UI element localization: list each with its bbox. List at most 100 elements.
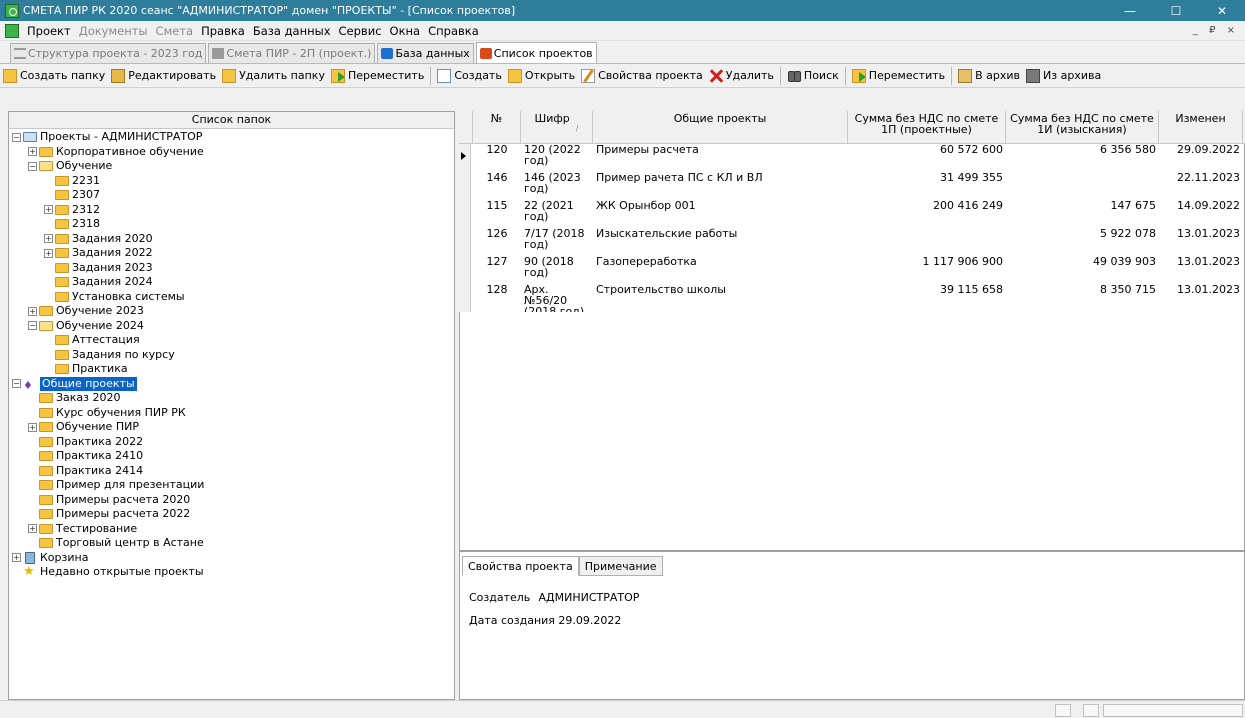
tree-node[interactable]: Установка системы <box>12 290 452 305</box>
minimize-button[interactable]: — <box>1107 0 1153 21</box>
tab-estimate[interactable]: Смета ПИР - 2П (проект.) <box>208 43 376 63</box>
tree-node[interactable]: 2307 <box>12 188 452 203</box>
expand-icon[interactable]: + <box>28 524 37 534</box>
tree-node[interactable]: − Обучение <box>12 159 452 174</box>
project-list-icon <box>479 47 492 59</box>
expand-icon[interactable]: + <box>28 422 37 432</box>
collapse-icon[interactable]: − <box>28 321 37 331</box>
search-button[interactable]: Поиск <box>784 65 842 87</box>
tree-node[interactable]: Пример для презентации <box>12 478 452 493</box>
table-row[interactable]: 146 146 (2023 год) Пример рачета ПС с КЛ и… <box>459 172 1245 200</box>
edit-folder-button[interactable]: Редактировать <box>108 65 219 87</box>
collapse-icon[interactable]: − <box>28 161 37 171</box>
tree-node[interactable]: Задания 2023 <box>12 261 452 276</box>
tree-node[interactable]: Практика <box>12 362 452 377</box>
tree-node[interactable]: 2231 <box>12 174 452 189</box>
tree-node[interactable]: + Задания 2022 <box>12 246 452 261</box>
menu-estimate[interactable]: Смета <box>152 24 198 38</box>
delete-folder-button[interactable]: Удалить папку <box>219 65 328 87</box>
tree-node[interactable]: 2318 <box>12 217 452 232</box>
tree-node[interactable]: + Корзина <box>12 551 452 566</box>
tab-structure[interactable]: Структура проекта - 2023 год <box>10 43 207 63</box>
tree-node[interactable]: − Общие проекты <box>12 376 452 391</box>
menu-database[interactable]: База данных <box>249 24 335 38</box>
tab-database[interactable]: База данных <box>377 43 474 63</box>
expand-icon[interactable]: + <box>44 234 53 244</box>
table-row[interactable]: 120 120 (2022 год) Примеры расчета 60 572 6… <box>459 144 1245 172</box>
expand-icon[interactable]: + <box>44 248 53 258</box>
col-date-header[interactable]: Изменен <box>1159 111 1243 143</box>
tab-project-properties[interactable]: Свойства проекта <box>462 556 579 576</box>
menu-edit[interactable]: Правка <box>197 24 249 38</box>
tree-node[interactable]: Задания по курсу <box>12 348 452 363</box>
col-code-label: Шифр <box>534 112 570 125</box>
menu-help[interactable]: Справка <box>424 24 483 38</box>
tree-node[interactable]: + Обучение ПИР <box>12 420 452 435</box>
new-document-icon <box>437 68 452 83</box>
col-code-header[interactable]: Шифр / <box>521 111 593 143</box>
tree-node[interactable]: Практика 2414 <box>12 464 452 479</box>
tree-node[interactable]: + Обучение 2023 <box>12 304 452 319</box>
col-name-header[interactable]: Общие проекты <box>593 111 848 143</box>
tree-node[interactable]: + Корпоративное обучение <box>12 145 452 160</box>
move-project-button[interactable]: Переместить <box>849 65 948 87</box>
menu-documents[interactable]: Документы <box>75 24 152 38</box>
table-row[interactable]: 115 22 (2021 год) ЖК Орынбор 001 200 416 24… <box>459 200 1245 228</box>
search-label: Поиск <box>803 69 839 82</box>
expand-icon[interactable]: + <box>28 306 37 316</box>
tree-node[interactable]: + Тестирование <box>12 522 452 537</box>
tree-node[interactable]: Практика 2410 <box>12 449 452 464</box>
col-sum1-header[interactable]: Сумма без НДС по смете 1П (проектные) <box>848 111 1006 143</box>
collapse-icon[interactable]: − <box>12 132 21 142</box>
tab-label: Структура проекта - 2023 год <box>28 47 203 60</box>
sort-indicator-icon: / <box>575 124 579 133</box>
project-properties-button[interactable]: Свойства проекта <box>578 65 706 87</box>
tree-node[interactable]: ★ Недавно открытые проекты <box>12 565 452 580</box>
tree-node[interactable]: Заказ 2020 <box>12 391 452 406</box>
move-folder-button[interactable]: Переместить <box>328 65 427 87</box>
tree-node[interactable]: Курс обучения ПИР РК <box>12 406 452 421</box>
expand-icon[interactable]: + <box>28 147 37 157</box>
menu-project[interactable]: Проект <box>23 24 75 38</box>
row-indicator-header <box>459 111 473 143</box>
tree-node-label: Курс обучения ПИР РК <box>56 405 186 419</box>
expand-icon[interactable]: + <box>44 205 53 215</box>
tree-node[interactable]: Задания 2024 <box>12 275 452 290</box>
tree-node[interactable]: Аттестация <box>12 333 452 348</box>
col-sum2-header[interactable]: Сумма без НДС по смете 1И (изыскания) <box>1006 111 1159 143</box>
tree-node[interactable]: Торговый центр в Астане <box>12 536 452 551</box>
create-folder-button[interactable]: Создать папку <box>0 65 108 87</box>
close-button[interactable]: ✕ <box>1199 0 1245 21</box>
open-project-button[interactable]: Открыть <box>505 65 578 87</box>
tab-note[interactable]: Примечание <box>578 556 663 576</box>
table-row[interactable]: 128 Арх.№56/20 (2018 год) Строительство шк… <box>459 284 1245 312</box>
to-archive-button[interactable]: В архив <box>955 65 1023 87</box>
collapse-icon[interactable]: − <box>12 379 21 389</box>
tree-node[interactable]: + Задания 2020 <box>12 232 452 247</box>
edit-label: Редактировать <box>128 69 217 82</box>
expand-icon[interactable]: + <box>12 553 21 563</box>
create-project-button[interactable]: Создать <box>434 65 505 87</box>
tree-node[interactable]: − Обучение 2024 <box>12 319 452 334</box>
from-archive-button[interactable]: Из архива <box>1023 65 1104 87</box>
tree-node[interactable]: Примеры расчета 2020 <box>12 493 452 508</box>
tree-node[interactable]: +2312 <box>12 203 452 218</box>
table-row[interactable]: 126 7/17 (2018 год) Изыскательские работы 5… <box>459 228 1245 256</box>
menu-windows[interactable]: Окна <box>386 24 425 38</box>
tree-node[interactable]: Примеры расчета 2022 <box>12 507 452 522</box>
mdi-window-controls[interactable]: _ ₽ × <box>1193 25 1239 36</box>
tree-node[interactable]: − Проекты - АДМИНИСТРАТОР <box>12 130 452 145</box>
col-sum1-label: Сумма без НДС по смете 1П (проектные) <box>854 112 999 136</box>
tree-node[interactable]: Практика 2022 <box>12 435 452 450</box>
folder-icon <box>39 436 53 447</box>
col-number-header[interactable]: № <box>473 111 521 143</box>
table-row[interactable]: 127 90 (2018 год) Газопереработка 1 117 906… <box>459 256 1245 284</box>
status-cell <box>1103 704 1243 717</box>
delete-project-button[interactable]: Удалить <box>706 65 777 87</box>
folder-icon <box>55 277 69 288</box>
tab-project-list[interactable]: Список проектов <box>475 42 597 63</box>
mdi-app-icon[interactable] <box>5 23 19 38</box>
maximize-button[interactable]: ☐ <box>1153 0 1199 21</box>
menu-service[interactable]: Сервис <box>335 24 386 38</box>
